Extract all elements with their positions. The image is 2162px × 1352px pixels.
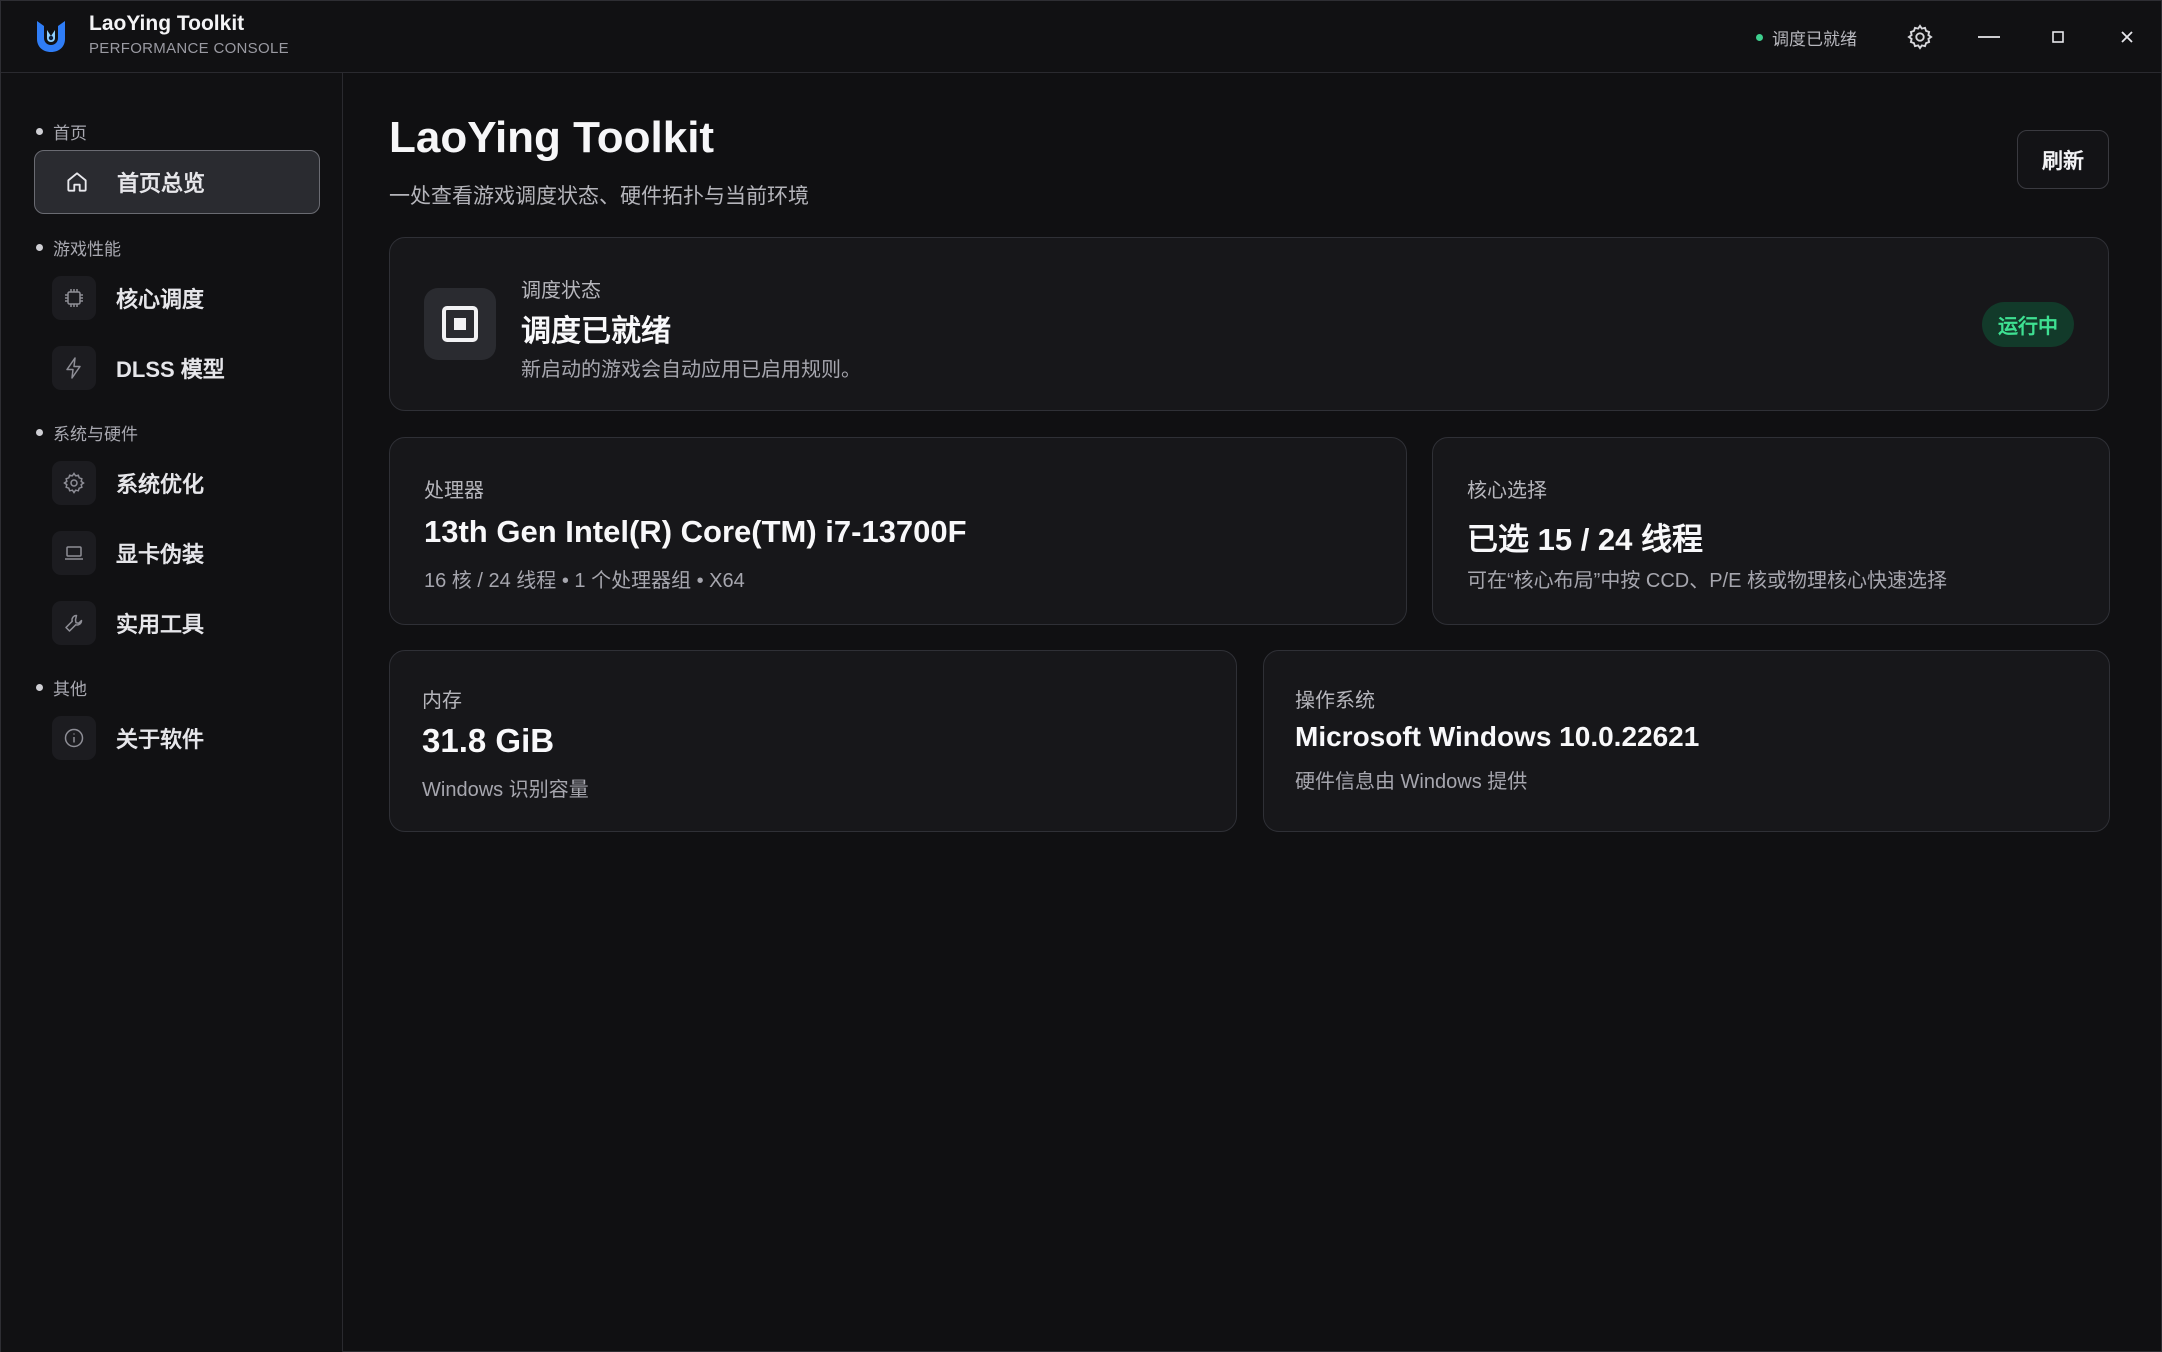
processor-value: 13th Gen Intel(R) Core(TM) i7-13700F	[424, 514, 967, 549]
maximize-icon	[2052, 31, 2064, 43]
sidebar-group-label: 游戏性能	[53, 240, 121, 259]
status-card-description: 新启动的游戏会自动应用已启用规则。	[521, 359, 861, 381]
bullet-icon	[36, 244, 43, 251]
core-selection-description: 可在“核心布局”中按 CCD、P/E 核或物理核心快速选择	[1467, 570, 1947, 592]
sidebar-item-label: 首页总览	[117, 171, 206, 196]
info-icon	[52, 716, 96, 760]
app-window: LaoYing Toolkit PERFORMANCE CONSOLE 调度已就…	[0, 0, 2162, 1352]
logo-icon	[37, 21, 65, 52]
sidebar-item-utilities[interactable]: 实用工具	[34, 591, 320, 655]
sidebar-item-dlss-model[interactable]: DLSS 模型	[34, 336, 320, 400]
bullet-icon	[36, 128, 43, 135]
sidebar-item-home-overview[interactable]: 首页总览	[34, 150, 320, 214]
os-description: 硬件信息由 Windows 提供	[1295, 771, 1528, 793]
sidebar-group-home: 首页	[36, 119, 87, 144]
settings-button[interactable]	[1902, 19, 1938, 55]
sidebar-item-label: 实用工具	[116, 612, 205, 637]
memory-card: 内存 31.8 GiB Windows 识别容量	[389, 650, 1237, 832]
status-dot-icon	[1756, 33, 1763, 41]
maximize-button[interactable]	[2040, 19, 2076, 55]
os-card: 操作系统 Microsoft Windows 10.0.22621 硬件信息由 …	[1263, 650, 2110, 832]
memory-value: 31.8 GiB	[422, 722, 555, 759]
bullet-icon	[36, 429, 43, 436]
scheduler-status-card: 调度状态 调度已就绪 新启动的游戏会自动应用已启用规则。 运行中	[389, 237, 2109, 411]
sidebar-item-label: DLSS 模型	[116, 357, 225, 382]
page-subtitle: 一处查看游戏调度状态、硬件拓扑与当前环境	[389, 185, 809, 208]
status-card-label: 调度状态	[521, 280, 601, 302]
sidebar-item-label: 系统优化	[116, 472, 205, 497]
minimize-icon	[1978, 36, 2000, 38]
app-subtitle: PERFORMANCE CONSOLE	[89, 40, 289, 57]
close-icon	[2121, 31, 2133, 43]
status-card-value: 调度已就绪	[521, 315, 671, 348]
cpu-chip-icon	[52, 276, 96, 320]
sidebar-item-core-scheduling[interactable]: 核心调度	[34, 266, 320, 330]
main-content: LaoYing Toolkit 一处查看游戏调度状态、硬件拓扑与当前环境 刷新 …	[343, 73, 2161, 1352]
wrench-icon	[52, 601, 96, 645]
home-icon	[55, 160, 99, 204]
sidebar-item-system-optimize[interactable]: 系统优化	[34, 451, 320, 515]
sidebar-item-gpu-spoof[interactable]: 显卡伪装	[34, 521, 320, 585]
laptop-icon	[52, 531, 96, 575]
close-button[interactable]	[2109, 19, 2145, 55]
sidebar-group-label: 系统与硬件	[53, 425, 138, 444]
scheduler-status-text: 调度已就绪	[1772, 29, 1857, 49]
sidebar-group-system-hardware: 系统与硬件	[36, 420, 138, 445]
core-selection-value: 已选 15 / 24 线程	[1467, 522, 1704, 557]
scheduler-status-indicator: 调度已就绪	[1756, 25, 1857, 49]
refresh-button[interactable]: 刷新	[2017, 130, 2109, 189]
title-bar[interactable]: LaoYing Toolkit PERFORMANCE CONSOLE 调度已就…	[1, 1, 2161, 73]
lightning-icon	[52, 346, 96, 390]
sidebar-item-about[interactable]: 关于软件	[34, 706, 320, 770]
settings-icon	[1907, 24, 1933, 50]
sidebar-group-game-performance: 游戏性能	[36, 235, 121, 260]
sidebar: 首页 首页总览 游戏性能 核心调度 DLSS 模型 系统与硬件 系统优化 显卡伪…	[1, 73, 343, 1352]
bullet-icon	[36, 684, 43, 691]
running-status-badge: 运行中	[1982, 302, 2074, 347]
gear-icon	[52, 461, 96, 505]
sidebar-group-label: 首页	[53, 124, 87, 143]
processor-description: 16 核 / 24 线程 • 1 个处理器组 • X64	[424, 570, 745, 592]
memory-description: Windows 识别容量	[422, 779, 589, 801]
status-target-icon	[424, 288, 496, 360]
sidebar-item-label: 显卡伪装	[116, 542, 205, 567]
memory-label: 内存	[422, 690, 462, 712]
sidebar-item-label: 关于软件	[116, 727, 205, 752]
processor-label: 处理器	[424, 480, 484, 502]
core-selection-label: 核心选择	[1467, 480, 1547, 502]
sidebar-group-label: 其他	[53, 680, 87, 699]
os-value: Microsoft Windows 10.0.22621	[1295, 721, 1700, 752]
minimize-button[interactable]	[1971, 19, 2007, 55]
page-title: LaoYing Toolkit	[389, 113, 715, 162]
core-selection-card: 核心选择 已选 15 / 24 线程 可在“核心布局”中按 CCD、P/E 核或…	[1432, 437, 2110, 625]
os-label: 操作系统	[1295, 690, 1375, 712]
sidebar-item-label: 核心调度	[116, 287, 205, 312]
sidebar-group-other: 其他	[36, 675, 87, 700]
app-name: LaoYing Toolkit	[89, 12, 245, 35]
processor-card: 处理器 13th Gen Intel(R) Core(TM) i7-13700F…	[389, 437, 1407, 625]
